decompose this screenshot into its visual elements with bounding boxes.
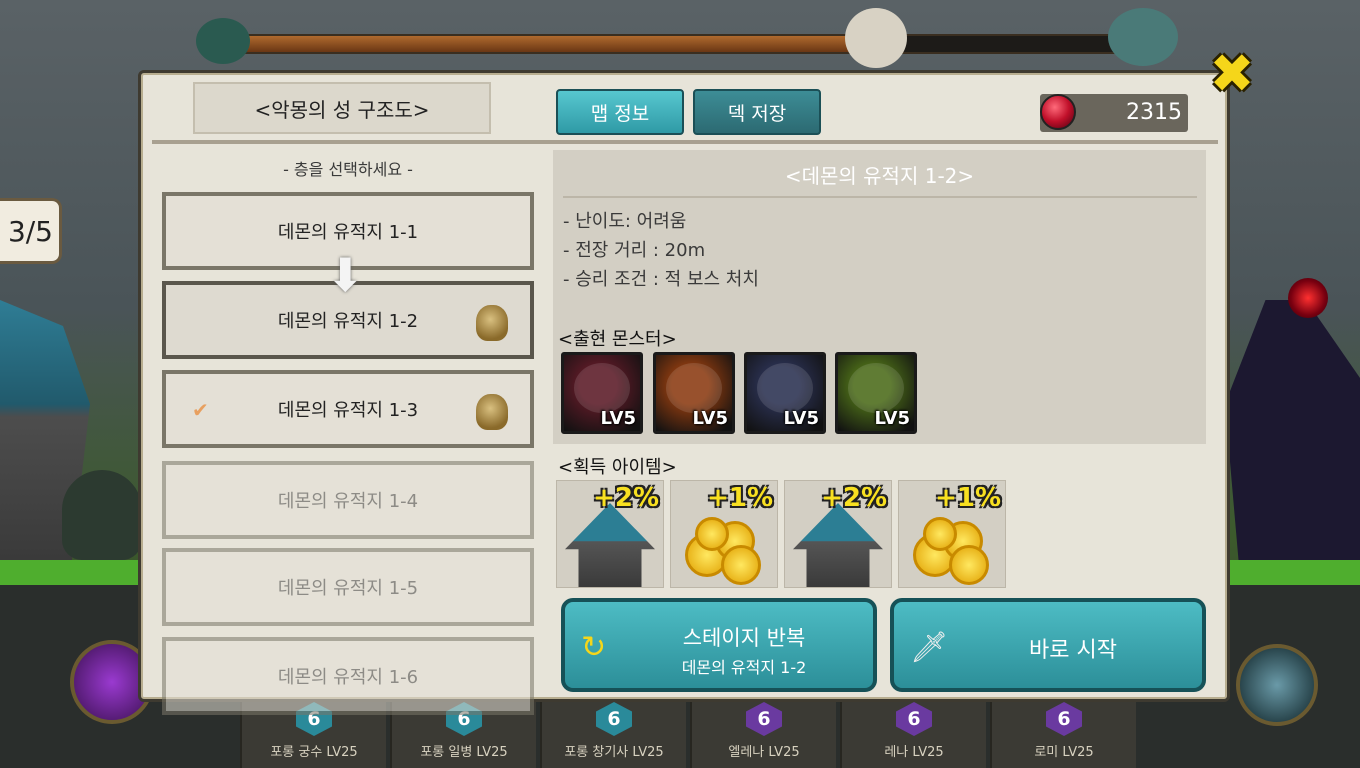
floor-item-1-5[interactable]: 데몬의 유적지 1-5 bbox=[162, 548, 534, 626]
unit-cost: 6 bbox=[746, 702, 782, 736]
floor-item-1-3[interactable]: ✔ 데몬의 유적지 1-3 bbox=[162, 370, 534, 448]
boss-head-icon bbox=[1108, 8, 1178, 66]
floor-label: 데몬의 유적지 1-1 bbox=[277, 222, 419, 243]
down-arrow-icon: ⬇ bbox=[326, 248, 365, 302]
unit-cost: 6 bbox=[896, 702, 932, 736]
green-goblin-icon bbox=[848, 363, 904, 413]
unit-cost: 6 bbox=[1046, 702, 1082, 736]
tower-icon bbox=[793, 503, 883, 587]
unit-cost: 6 bbox=[596, 702, 632, 736]
unit-card[interactable]: 6 엘레나 LV25 bbox=[690, 702, 836, 768]
unit-card[interactable]: 6 포롱 창기사 LV25 bbox=[540, 702, 686, 768]
unit-name: 로미 LV25 bbox=[1034, 745, 1094, 760]
sword-icon: 🗡 bbox=[910, 630, 949, 665]
stage-title-divider bbox=[563, 196, 1197, 198]
monster-slot[interactable]: LV5 bbox=[744, 352, 826, 434]
orange-beast-icon bbox=[666, 363, 722, 413]
item-bonus: +2% bbox=[593, 483, 659, 513]
monster-level: LV5 bbox=[692, 408, 728, 429]
player-hero bbox=[62, 470, 142, 560]
skill-orb-right[interactable] bbox=[1236, 644, 1318, 726]
player-head-icon bbox=[196, 18, 250, 64]
checkmark-icon: ✔ bbox=[192, 398, 209, 422]
red-gem-icon bbox=[1040, 94, 1076, 130]
unit-name: 포롱 궁수 LV25 bbox=[270, 745, 358, 760]
chained-golem-icon bbox=[757, 363, 813, 413]
unit-name: 포롱 일병 LV25 bbox=[420, 745, 508, 760]
start-now-button[interactable]: 🗡 바로 시작 bbox=[890, 598, 1206, 692]
monster-slot[interactable]: LV5 bbox=[561, 352, 643, 434]
unit-name: 포롱 창기사 LV25 bbox=[564, 745, 664, 760]
reward-item[interactable]: +2% bbox=[556, 480, 664, 588]
unit-name: 엘레나 LV25 bbox=[728, 745, 800, 760]
panel-divider bbox=[152, 140, 1218, 144]
unit-card[interactable]: 6 레나 LV25 bbox=[840, 702, 986, 768]
floor-item-1-4[interactable]: 데몬의 유적지 1-4 bbox=[162, 461, 534, 539]
tab-map-info[interactable]: 맵 정보 bbox=[556, 89, 684, 135]
unit-card[interactable]: 6 로미 LV25 bbox=[990, 702, 1136, 768]
detail-distance: - 전장 거리 : 20m bbox=[563, 240, 706, 261]
gem-currency: 2315 bbox=[1040, 94, 1188, 132]
repeat-icon: ↻ bbox=[581, 630, 607, 665]
reward-item[interactable]: +1% bbox=[898, 480, 1006, 588]
skull-icon bbox=[476, 305, 508, 341]
battle-progress-fill bbox=[247, 36, 874, 52]
battle-progress-bar bbox=[245, 34, 1119, 54]
gem-count: 2315 bbox=[1126, 100, 1182, 125]
enemy-orb bbox=[1288, 278, 1328, 318]
red-demon-icon bbox=[574, 363, 630, 413]
start-now-label: 바로 시작 bbox=[1029, 638, 1117, 663]
monster-level: LV5 bbox=[783, 408, 819, 429]
panel-title: <악몽의 성 구조도> bbox=[193, 82, 491, 134]
monster-slot[interactable]: LV5 bbox=[835, 352, 917, 434]
enemy-boss bbox=[1225, 300, 1360, 560]
stage-title: <데몬의 유적지 1-2> bbox=[784, 164, 975, 188]
item-bonus: +2% bbox=[821, 483, 887, 513]
close-icon[interactable]: ✖ bbox=[1204, 46, 1260, 102]
item-bonus: +1% bbox=[935, 483, 1001, 513]
repeat-stage-label: 스테이지 반복 bbox=[682, 626, 806, 650]
monster-level: LV5 bbox=[874, 408, 910, 429]
floor-label: 데몬의 유적지 1-2 bbox=[277, 311, 419, 332]
floor-item-1-6[interactable]: 데몬의 유적지 1-6 bbox=[162, 637, 534, 715]
floor-label: 데몬의 유적지 1-5 bbox=[277, 578, 419, 599]
floor-prompt: - 층을 선택하세요 - bbox=[283, 160, 413, 179]
monsters-title: <출현 몬스터> bbox=[558, 329, 677, 350]
item-bonus: +1% bbox=[707, 483, 773, 513]
repeat-stage-sub: 데몬의 유적지 1-2 bbox=[681, 658, 807, 677]
unit-name: 레나 LV25 bbox=[884, 745, 944, 760]
reward-item[interactable]: +2% bbox=[784, 480, 892, 588]
tower-icon bbox=[565, 503, 655, 587]
tab-save-deck[interactable]: 덱 저장 bbox=[693, 89, 821, 135]
floor-label: 데몬의 유적지 1-4 bbox=[277, 491, 419, 512]
wave-counter: 3/5 bbox=[0, 198, 62, 264]
monster-level: LV5 bbox=[600, 408, 636, 429]
demon-head-icon bbox=[845, 8, 907, 68]
floor-label: 데몬의 유적지 1-3 bbox=[277, 400, 419, 421]
detail-difficulty: - 난이도: 어려움 bbox=[563, 211, 687, 232]
repeat-stage-button[interactable]: ↻ 스테이지 반복 데몬의 유적지 1-2 bbox=[561, 598, 877, 692]
floor-label: 데몬의 유적지 1-6 bbox=[277, 667, 419, 688]
skull-icon bbox=[476, 394, 508, 430]
tab-save-deck-label: 덱 저장 bbox=[727, 102, 787, 125]
monster-slot[interactable]: LV5 bbox=[653, 352, 735, 434]
detail-victory: - 승리 조건 : 적 보스 처치 bbox=[563, 269, 759, 290]
reward-item[interactable]: +1% bbox=[670, 480, 778, 588]
tab-map-info-label: 맵 정보 bbox=[590, 102, 650, 125]
items-title: <획득 아이템> bbox=[558, 457, 677, 478]
